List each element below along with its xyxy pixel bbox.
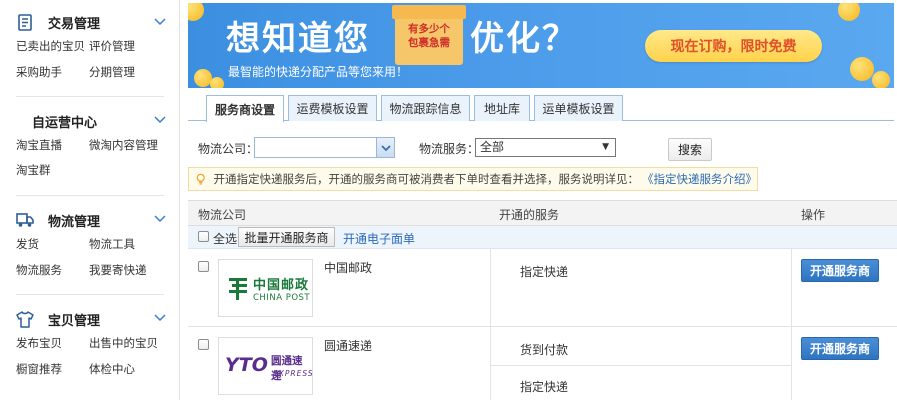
chevron-down-icon[interactable] bbox=[153, 311, 167, 325]
search-button[interactable]: 搜索 bbox=[668, 138, 712, 161]
chevron-down-icon[interactable] bbox=[153, 212, 167, 226]
sidebar-item-sold-items[interactable]: 已卖出的宝贝 bbox=[16, 38, 85, 54]
table-header: 物流公司 开通的服务 操作 bbox=[188, 200, 897, 226]
sidebar-item-health-check[interactable]: 体检中心 bbox=[89, 361, 135, 377]
column-header-action: 操作 bbox=[801, 208, 826, 222]
column-divider bbox=[791, 249, 792, 327]
tab-carrier-settings[interactable]: 服务商设置 bbox=[206, 95, 284, 122]
package-box-graphic: 有多少个 包裹急需 bbox=[392, 5, 466, 65]
chevron-down-icon[interactable] bbox=[153, 113, 167, 127]
coin-decoration bbox=[850, 57, 874, 81]
china-post-emblem-icon bbox=[229, 278, 247, 300]
chevron-down-icon[interactable] bbox=[153, 15, 167, 29]
sidebar-item-taobao-live[interactable]: 淘宝直播 bbox=[16, 137, 62, 153]
sidebar-section-title: 宝贝管理 bbox=[48, 313, 101, 329]
china-post-logo-cn: 中国邮政 bbox=[253, 278, 310, 293]
sidebar-section-title: 自运营中心 bbox=[32, 115, 98, 131]
caret-down-icon: ▼ bbox=[602, 142, 609, 152]
open-carrier-button[interactable]: 开通服务商 bbox=[801, 337, 879, 360]
open-carrier-button[interactable]: 开通服务商 bbox=[801, 259, 879, 282]
sidebar-item-logistics-tools[interactable]: 物流工具 bbox=[89, 236, 135, 252]
yto-logo-cn: 圆通速递 bbox=[271, 355, 303, 382]
service-select[interactable]: 全部 ▼ bbox=[475, 138, 616, 157]
company-name: 中国邮政 bbox=[324, 261, 373, 275]
promo-banner[interactable]: 想知道您 有多少个 包裹急需 优化？ 最智能的快递分配产品等您来用！ 现在订购，… bbox=[188, 3, 894, 88]
column-header-services: 开通的服务 bbox=[499, 208, 560, 222]
tab-waybill-template[interactable]: 运单模板设置 bbox=[534, 95, 623, 121]
sidebar-divider bbox=[16, 195, 164, 196]
subscribe-now-button[interactable]: 现在订购，限时免费 bbox=[645, 30, 822, 62]
yto-logo: YTO 圆通速递 EXPRESS bbox=[218, 337, 313, 395]
company-name: 圆通速递 bbox=[324, 339, 373, 353]
sidebar-item-showcase[interactable]: 橱窗推荐 bbox=[16, 361, 62, 377]
column-divider bbox=[490, 249, 491, 327]
banner-subtitle: 最智能的快递分配产品等您来用！ bbox=[228, 65, 409, 79]
sidebar-item-installment-manage[interactable]: 分期管理 bbox=[89, 64, 135, 80]
info-tip: 开通指定快递服务后，开通的服务商可被消费者下单时查看并选择，服务说明详见： 《指… bbox=[188, 167, 758, 191]
yto-logo-mark: YTO bbox=[225, 354, 268, 376]
service-name: 货到付款 bbox=[520, 343, 569, 357]
service-intro-link[interactable]: 《指定快递服务介绍》 bbox=[642, 171, 757, 187]
box-text-line1: 有多少个 bbox=[408, 23, 450, 35]
yto-logo-en: EXPRESS bbox=[273, 369, 313, 378]
box-text-line2: 包裹急需 bbox=[408, 37, 450, 49]
select-all-checkbox[interactable] bbox=[198, 231, 209, 242]
sidebar-item-send-express[interactable]: 我要寄快递 bbox=[89, 262, 147, 278]
sidebar-item-logistics-service[interactable]: 物流服务 bbox=[16, 262, 62, 278]
tab-address-book[interactable]: 地址库 bbox=[474, 95, 530, 121]
china-post-logo-en: CHINA POST bbox=[253, 293, 311, 303]
sidebar-item-review-manage[interactable]: 评价管理 bbox=[89, 38, 135, 54]
sidebar-section-title: 交易管理 bbox=[48, 16, 101, 32]
coin-decoration bbox=[872, 71, 890, 88]
sidebar-section-items-header[interactable]: 宝贝管理 bbox=[16, 309, 100, 329]
sidebar-section-logistics-header[interactable]: 物流管理 bbox=[16, 210, 100, 230]
column-header-company: 物流公司 bbox=[198, 208, 247, 222]
row-checkbox[interactable] bbox=[198, 339, 209, 350]
document-icon bbox=[16, 13, 34, 31]
tip-text: 开通指定快递服务后，开通的服务商可被消费者下单时查看并选择，服务说明详见： bbox=[213, 172, 640, 186]
table-row: 中国邮政 CHINA POST 中国邮政 指定快递 开通服务商 bbox=[188, 249, 897, 327]
service-name: 指定快递 bbox=[520, 265, 569, 279]
sidebar-item-taobao-group[interactable]: 淘宝群 bbox=[16, 162, 51, 178]
column-divider bbox=[791, 327, 792, 400]
select-all-label: 全选 bbox=[213, 232, 238, 246]
china-post-logo: 中国邮政 CHINA POST bbox=[218, 259, 313, 317]
service-divider bbox=[490, 365, 791, 366]
batch-action-row: 全选 批量开通服务商 开通电子面单 bbox=[188, 226, 897, 249]
sidebar-item-on-sale[interactable]: 出售中的宝贝 bbox=[89, 335, 158, 351]
lightbulb-icon bbox=[196, 173, 205, 185]
tab-bar: 服务商设置 运费模板设置 物流跟踪信息 地址库 运单模板设置 bbox=[188, 95, 894, 122]
banner-title-left: 想知道您 bbox=[226, 19, 370, 59]
open-ewaybill-link[interactable]: 开通电子面单 bbox=[343, 230, 415, 247]
sidebar-item-weitao-content[interactable]: 微淘内容管理 bbox=[89, 137, 158, 153]
sidebar-section-trade-header[interactable]: 交易管理 bbox=[16, 12, 100, 32]
company-select[interactable] bbox=[254, 137, 395, 158]
service-name: 指定快递 bbox=[520, 380, 569, 394]
column-divider bbox=[490, 327, 491, 400]
sidebar-divider bbox=[16, 96, 164, 97]
row-checkbox[interactable] bbox=[198, 261, 209, 272]
sidebar-item-purchase-assistant[interactable]: 采购助手 bbox=[16, 64, 62, 80]
coin-decoration bbox=[188, 3, 204, 21]
truck-icon bbox=[16, 211, 34, 229]
banner-title-right: 优化？ bbox=[470, 19, 578, 59]
table-row: YTO 圆通速递 EXPRESS 圆通速递 货到付款 指定快递 开通服务商 bbox=[188, 327, 897, 400]
sidebar-section-self-operation-header[interactable]: 自运营中心 bbox=[32, 111, 97, 131]
shirt-icon bbox=[16, 310, 34, 328]
batch-open-button[interactable]: 批量开通服务商 bbox=[238, 227, 335, 247]
coin-decoration bbox=[210, 77, 224, 88]
sidebar-section-title: 物流管理 bbox=[48, 214, 101, 230]
tab-freight-template[interactable]: 运费模板设置 bbox=[288, 95, 377, 121]
company-label: 物流公司： bbox=[198, 142, 259, 156]
sidebar-item-publish-item[interactable]: 发布宝贝 bbox=[16, 335, 62, 351]
sidebar-item-ship[interactable]: 发货 bbox=[16, 236, 39, 252]
service-label: 物流服务： bbox=[419, 142, 480, 156]
coin-decoration bbox=[838, 3, 860, 21]
tab-tracking-info[interactable]: 物流跟踪信息 bbox=[381, 95, 470, 121]
sidebar-divider bbox=[16, 294, 164, 295]
sidebar: 交易管理 已卖出的宝贝 评价管理 采购助手 分期管理 自运营中心 淘宝直播 微淘… bbox=[0, 0, 180, 400]
chevron-down-icon[interactable] bbox=[376, 138, 394, 157]
service-select-value: 全部 bbox=[480, 140, 505, 154]
